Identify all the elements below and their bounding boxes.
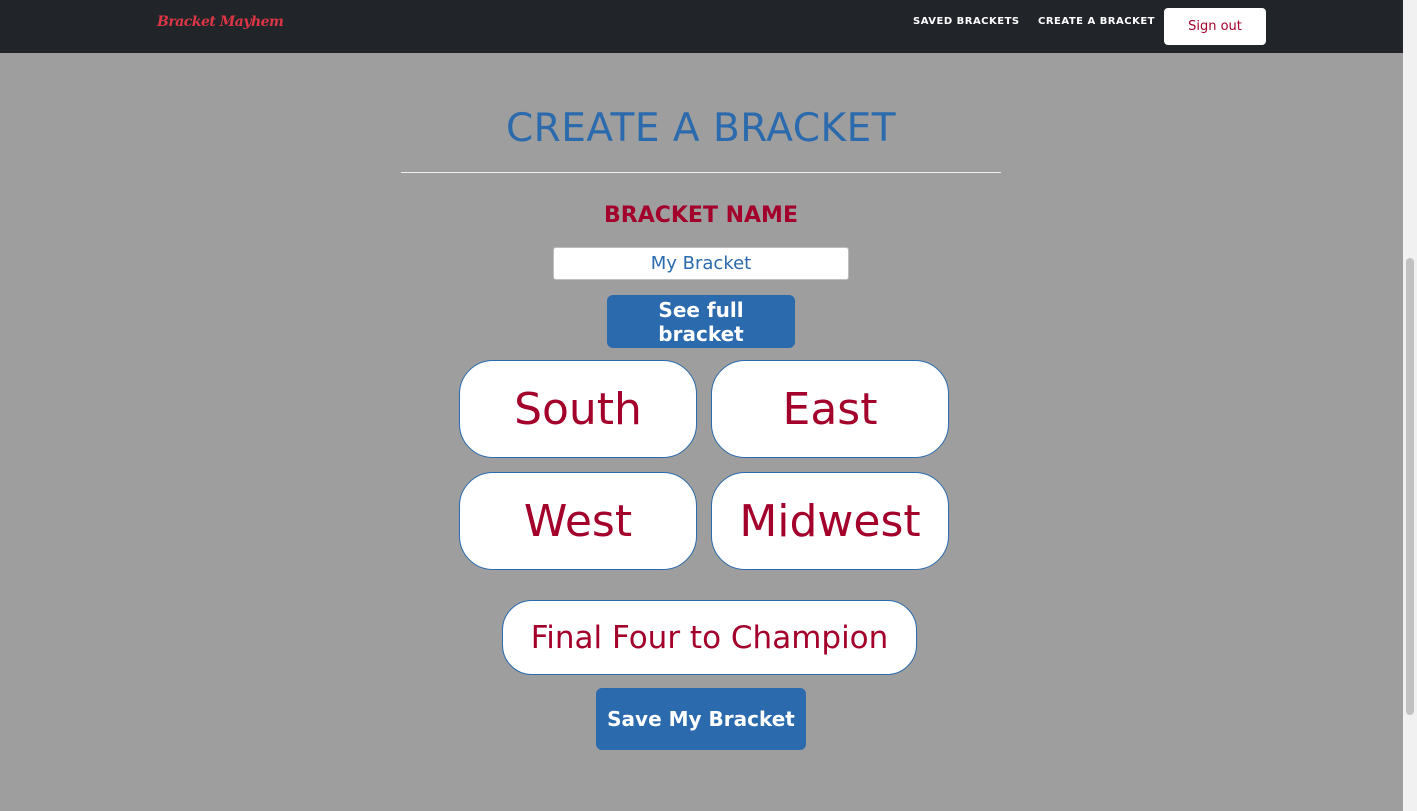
final-four-button[interactable]: Final Four to Champion: [502, 600, 917, 675]
region-west-button[interactable]: West: [459, 472, 697, 570]
region-east-button[interactable]: East: [711, 360, 949, 458]
region-midwest-button[interactable]: Midwest: [711, 472, 949, 570]
nav-create-bracket[interactable]: CREATE A BRACKET: [1038, 16, 1155, 27]
region-south-button[interactable]: South: [459, 360, 697, 458]
save-bracket-button[interactable]: Save My Bracket: [596, 688, 806, 750]
page-title: CREATE A BRACKET: [505, 106, 897, 151]
brand-logo[interactable]: Bracket Mayhem: [157, 14, 284, 30]
top-navbar: Bracket Mayhem SAVED BRACKETS CREATE A B…: [0, 0, 1403, 53]
bracket-name-input[interactable]: [553, 247, 849, 280]
scrollbar-thumb[interactable]: [1406, 258, 1414, 715]
see-full-bracket-button[interactable]: See full bracket: [607, 295, 795, 348]
title-divider: [401, 172, 1001, 173]
nav-saved-brackets[interactable]: SAVED BRACKETS: [913, 16, 1020, 27]
bracket-name-label: BRACKET NAME: [604, 203, 798, 228]
sign-out-button[interactable]: Sign out: [1164, 8, 1266, 45]
